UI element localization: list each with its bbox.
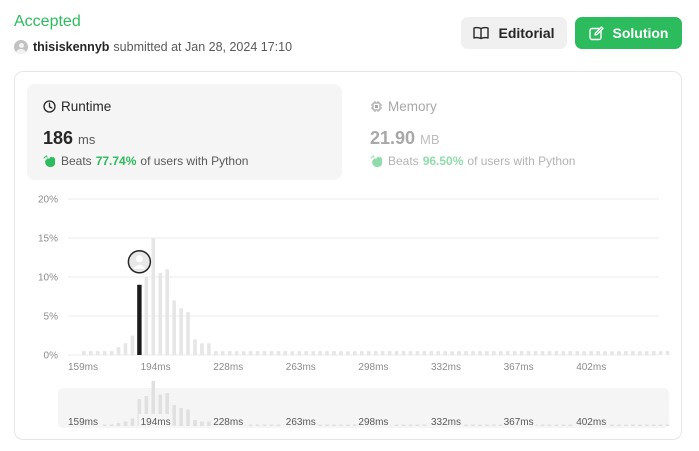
submission-info: thisiskennyb submitted at Jan 28, 2024 1… [14,39,292,55]
runtime-value: 186 [43,128,74,148]
runtime-card[interactable]: Runtime 186 ms Beats 77.74% of users wit… [27,84,342,180]
memory-metric: 21.90 MB [370,128,653,150]
memory-card[interactable]: Memory 21.90 MB Beats 96.50% of users wi… [354,84,669,180]
memory-header: Memory [370,98,653,114]
memory-unit: MB [420,132,440,147]
memory-beats: Beats 96.50% of users with Python [370,153,653,169]
memory-value: 21.90 [370,128,416,148]
clapping-hands-icon [43,154,55,167]
memory-beats-percent: 96.50% [422,154,464,168]
clock-icon [43,99,56,113]
runtime-header: Runtime [43,98,326,114]
book-open-icon [473,26,490,40]
runtime-unit: ms [78,132,96,147]
solution-button-label: Solution [612,25,669,41]
solution-button[interactable]: Solution [575,17,682,49]
username-link[interactable]: thisiskennyb [33,40,109,54]
runtime-title: Runtime [61,98,112,114]
memory-beats-prefix: Beats [388,154,419,168]
edit-icon [588,25,604,40]
submission-status: Accepted [14,13,81,30]
memory-beats-suffix: of users with Python [467,154,576,168]
clapping-hands-icon [370,154,382,167]
runtime-beats-suffix: of users with Python [140,154,249,168]
runtime-metric: 186 ms [43,128,326,150]
editorial-button[interactable]: Editorial [461,17,567,49]
runtime-beats-prefix: Beats [61,154,92,168]
runtime-beats: Beats 77.74% of users with Python [43,153,326,169]
user-avatar-icon[interactable] [14,40,28,54]
submitted-at-text: submitted at Jan 28, 2024 17:10 [113,40,293,54]
memory-title: Memory [388,98,437,114]
editorial-button-label: Editorial [498,25,555,41]
chip-icon [371,100,382,112]
runtime-beats-percent: 77.74% [95,154,137,168]
